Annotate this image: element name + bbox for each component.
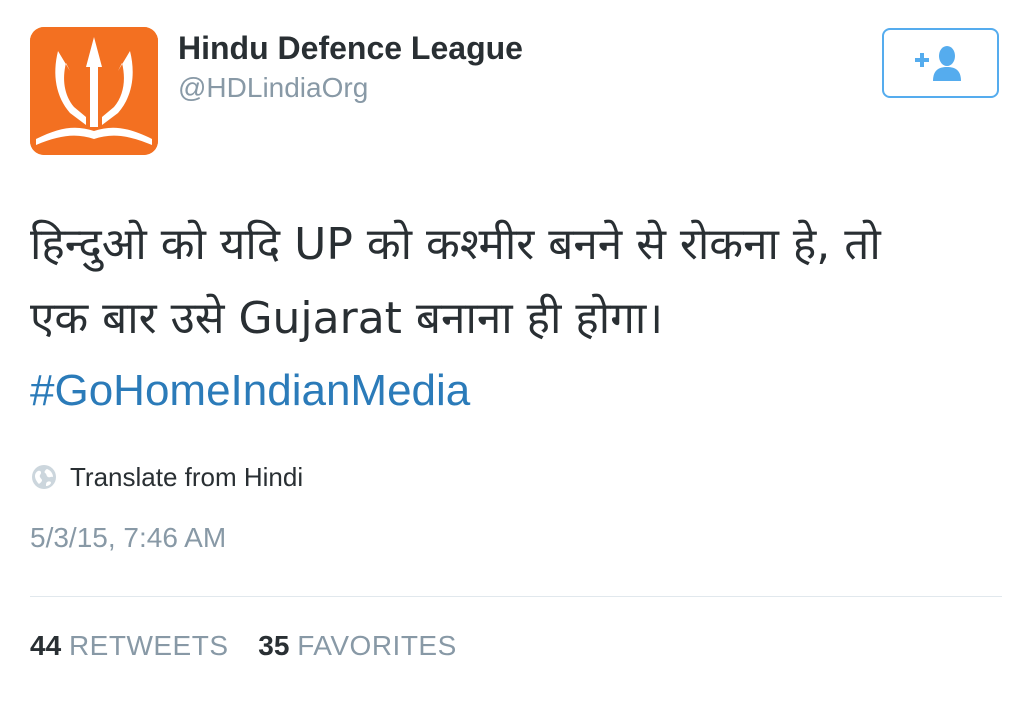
tweet-text-line: हिन्दुओ को यदि UP को कश्मीर बनने से रोकन…	[30, 219, 881, 270]
favorites-stat[interactable]: 35 FAVORITES	[258, 630, 457, 662]
hashtag-link[interactable]: #GoHomeIndianMedia	[30, 366, 470, 416]
globe-icon	[32, 465, 56, 489]
tweet-text: हिन्दुओ को यदि UP को कश्मीर बनने से रोकन…	[30, 208, 1005, 356]
retweets-label: RETWEETS	[68, 630, 229, 661]
trident-logo-icon	[30, 27, 158, 155]
follow-button[interactable]	[882, 28, 999, 98]
tweet-detail: Hindu Defence League @HDLindiaOrg हिन्दु…	[0, 0, 1024, 704]
tweet-stats: 44 RETWEETS 35 FAVORITES	[30, 630, 479, 662]
retweets-count: 44	[30, 630, 62, 661]
translate-label: Translate from Hindi	[70, 461, 304, 492]
retweets-stat[interactable]: 44 RETWEETS	[30, 630, 229, 662]
timestamp[interactable]: 5/3/15, 7:46 AM	[30, 522, 226, 554]
favorites-label: FAVORITES	[297, 630, 457, 661]
display-name[interactable]: Hindu Defence League	[178, 30, 523, 67]
add-user-icon	[914, 46, 961, 81]
favorites-count: 35	[258, 630, 290, 661]
tweet-text-line: एक बार उसे Gujarat बनाना ही होगा।	[30, 293, 664, 344]
user-handle[interactable]: @HDLindiaOrg	[178, 72, 368, 104]
translate-link[interactable]: Translate from Hindi	[30, 460, 303, 494]
avatar[interactable]	[30, 27, 158, 155]
divider	[30, 596, 1002, 597]
